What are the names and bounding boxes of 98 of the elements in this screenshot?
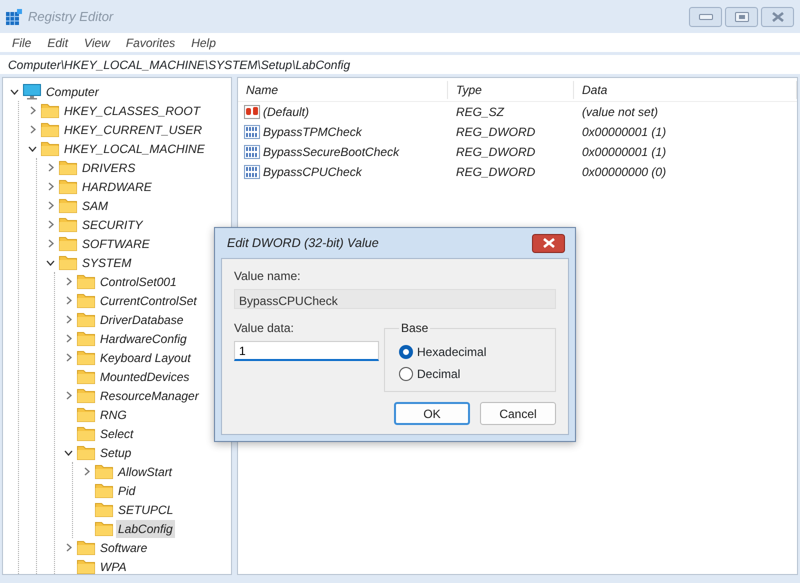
value-data: 0x00000001 (1) [581, 124, 668, 141]
folder-icon [95, 502, 113, 517]
app-icon [6, 8, 22, 24]
computer-icon [23, 84, 41, 100]
tree-item[interactable]: WPA [98, 558, 128, 574]
folder-icon [77, 559, 95, 574]
minimize-icon [698, 14, 712, 20]
tree-item[interactable]: ResourceManager [98, 386, 201, 404]
minimize-button[interactable] [689, 6, 722, 26]
value-name-field: BypassCPUCheck [234, 289, 556, 309]
tree-item[interactable]: Software [98, 538, 150, 556]
value-data: (value not set) [581, 104, 660, 121]
close-icon [542, 238, 554, 248]
tree-item[interactable]: Computer [44, 82, 101, 100]
folder-icon [41, 141, 59, 156]
folder-icon [59, 198, 77, 213]
folder-icon [77, 312, 95, 327]
tree-item[interactable]: AllowStart [116, 462, 174, 480]
folder-icon [77, 274, 95, 289]
folder-icon [59, 217, 77, 232]
tree-item[interactable]: CurrentControlSet [98, 292, 199, 310]
field-label: Value data: [234, 320, 295, 337]
radio-label[interactable]: Decimal [417, 365, 460, 383]
tree-item[interactable]: ControlSet001 [98, 272, 179, 290]
field-label: Value name: [234, 268, 302, 285]
tree-item[interactable]: LabConfig [116, 520, 175, 538]
value-type: REG_DWORD [455, 124, 536, 141]
folder-icon [59, 179, 77, 194]
folder-icon [59, 160, 77, 175]
folder-icon [77, 350, 95, 365]
value-name[interactable]: BypassSecureBootCheck [263, 143, 400, 161]
dialog-title: Edit DWORD (32-bit) Value [227, 234, 379, 252]
maximize-icon [734, 12, 748, 22]
tree-item[interactable]: HARDWARE [80, 178, 154, 196]
tree-item[interactable]: HardwareConfig [98, 330, 189, 348]
tree-item[interactable]: SECURITY [80, 216, 145, 234]
address-bar[interactable]: Computer\HKEY_LOCAL_MACHINE\SYSTEM\Setup\LabConfig [0, 55, 800, 74]
value-data: 0x00000001 (1) [581, 144, 668, 161]
tree-item[interactable]: SOFTWARE [80, 234, 152, 252]
value-name[interactable]: BypassCPUCheck [263, 163, 362, 181]
value-type: REG_DWORD [455, 144, 536, 161]
folder-icon [77, 331, 95, 346]
folder-icon [95, 521, 113, 536]
cancel-button[interactable]: Cancel [480, 402, 556, 425]
tree-item[interactable]: HKEY_CLASSES_ROOT [62, 102, 202, 120]
folder-icon [77, 426, 95, 441]
tree-item[interactable]: Pid [116, 482, 138, 500]
value-name[interactable]: (Default) [263, 103, 310, 121]
binary-value-icon [244, 145, 260, 159]
close-icon [770, 10, 784, 22]
tree-item[interactable]: SETUPCL [116, 500, 176, 518]
folder-icon [95, 483, 113, 498]
column-header[interactable]: Name [238, 80, 448, 98]
close-button[interactable] [532, 234, 565, 252]
tree-item[interactable]: Select [98, 424, 136, 442]
folder-icon [77, 445, 95, 460]
folder-icon [41, 103, 59, 118]
value-data: 0x00000000 (0) [581, 164, 668, 181]
maximize-button[interactable] [725, 6, 758, 26]
value-name[interactable]: BypassTPMCheck [263, 123, 362, 141]
tree-item[interactable]: Keyboard Layout [98, 348, 193, 366]
folder-icon [77, 369, 95, 384]
menu-item[interactable]: Edit [39, 34, 76, 52]
radio-button[interactable] [399, 367, 413, 381]
radio-label[interactable]: Hexadecimal [417, 343, 486, 361]
folder-icon [77, 540, 95, 555]
folder-icon [59, 255, 77, 270]
menu-item[interactable]: File [4, 34, 40, 52]
menu-item[interactable]: Help [183, 34, 224, 52]
value-type: REG_DWORD [455, 164, 536, 181]
binary-value-icon [244, 165, 260, 179]
tree-item[interactable]: HKEY_CURRENT_USER [62, 120, 204, 138]
menu-item[interactable]: View [76, 34, 118, 52]
tree-item[interactable]: DRIVERS [80, 158, 138, 176]
tree-item[interactable]: RNG [98, 406, 129, 424]
folder-icon [77, 388, 95, 403]
radio-button[interactable] [399, 345, 413, 359]
group-label: Base [400, 320, 430, 337]
tree-item[interactable]: DriverDatabase [98, 310, 186, 328]
ok-button[interactable]: OK [394, 402, 470, 425]
tree-item[interactable]: SAM [80, 196, 110, 214]
value-type: REG_SZ [455, 104, 506, 121]
tree-item[interactable]: HKEY_LOCAL_MACHINE [62, 140, 207, 158]
window-title: Registry Editor [28, 8, 114, 26]
folder-icon [41, 122, 59, 137]
tree-item[interactable]: Setup [98, 444, 134, 462]
folder-icon [59, 236, 77, 251]
menu-item[interactable]: Favorites [118, 34, 184, 52]
binary-value-icon [244, 125, 260, 139]
folder-icon [95, 464, 113, 479]
value-data-field[interactable]: 1 [234, 341, 379, 361]
folder-icon [77, 407, 95, 422]
tree-item[interactable]: SYSTEM [80, 254, 134, 272]
folder-icon [77, 293, 95, 308]
column-header[interactable]: Data [574, 80, 797, 98]
column-header[interactable]: Type [448, 80, 574, 98]
string-value-icon [244, 105, 260, 119]
tree-item[interactable]: MountedDevices [98, 368, 192, 386]
